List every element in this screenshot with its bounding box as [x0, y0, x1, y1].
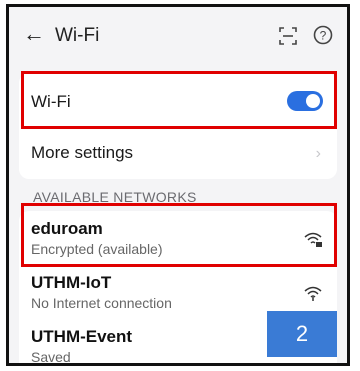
eduroam-highlight: [21, 203, 337, 267]
help-icon[interactable]: ?: [313, 25, 333, 45]
chevron-right-icon: ›: [315, 145, 321, 162]
wifi-toggle-highlight: [21, 71, 337, 129]
back-arrow-icon[interactable]: ←: [23, 23, 45, 45]
page-title: Wi-Fi: [55, 25, 100, 46]
network-status: Saved: [31, 349, 71, 365]
svg-text:?: ?: [320, 29, 327, 43]
wifi-icon: [304, 286, 322, 301]
step-number-badge: 2: [267, 311, 337, 357]
network-item-uthm-iot[interactable]: UTHM-IoT No Internet connection: [19, 265, 337, 317]
network-status: No Internet connection: [31, 295, 172, 311]
app-header: ← Wi-Fi ?: [9, 7, 347, 67]
more-settings-label: More settings: [31, 143, 134, 162]
network-name: UTHM-Event: [31, 327, 133, 346]
scan-icon[interactable]: [279, 27, 297, 45]
network-name: UTHM-IoT: [31, 273, 112, 292]
phone-screen: ← Wi-Fi ? Wi-Fi More settings › AVAILABL…: [6, 4, 350, 366]
more-settings-row[interactable]: More settings ›: [19, 129, 337, 179]
